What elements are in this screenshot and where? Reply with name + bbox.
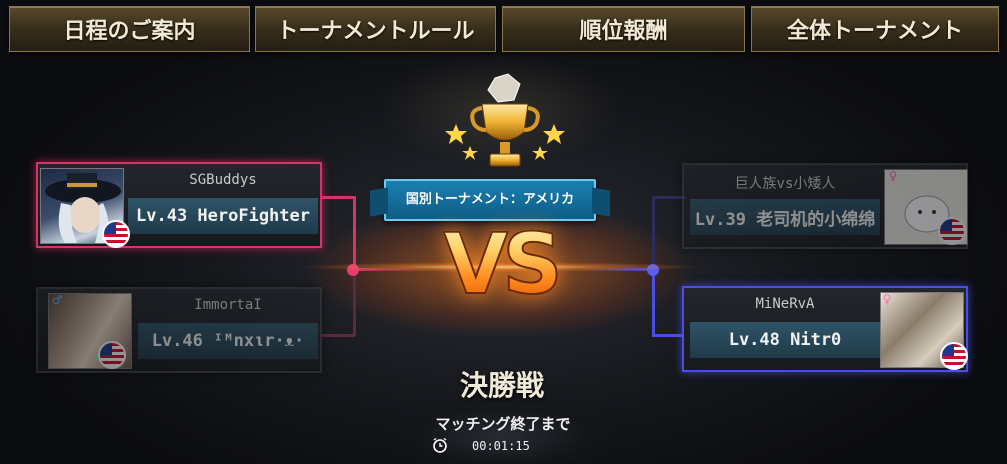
bracket-line	[652, 196, 655, 271]
trophy-icon	[445, 73, 565, 167]
player-level-nickname: Lv.48 Nitr0	[690, 322, 880, 358]
player-card-left-bottom[interactable]: ♂ ImmortaI Lv.46 ᴵᴹnxιr·ᴥ·	[36, 287, 322, 373]
vs-label: VS	[430, 214, 570, 314]
player-card-right-top[interactable]: 巨人族vs小矮人 Lv.39 老司机的小绵绵 ♀	[682, 163, 968, 249]
male-icon: ♂	[51, 293, 63, 307]
banner-title: 国別トーナメント：アメリカ	[405, 192, 575, 207]
bracket-line	[353, 270, 356, 336]
us-flag-icon	[940, 342, 968, 370]
bracket-line	[652, 334, 686, 337]
us-flag-icon	[938, 217, 966, 245]
tab-schedule[interactable]: 日程のご案内	[9, 6, 250, 52]
bracket-line	[652, 196, 686, 199]
us-flag-icon	[98, 341, 126, 369]
bracket-line	[353, 196, 356, 271]
player-name: ImmortaI	[194, 297, 262, 313]
countdown-time: 00:01:15	[472, 439, 530, 453]
player-name: 巨人族vs小矮人	[734, 176, 836, 192]
bracket-line	[321, 196, 355, 199]
player-card-left-top[interactable]: SGBuddys Lv.43 HeroFighter	[36, 162, 322, 248]
player-name: MiNeRvA	[755, 296, 815, 312]
bracket-line	[321, 334, 355, 337]
female-icon: ♀	[888, 169, 898, 183]
player-card-right-bottom[interactable]: MiNeRvA Lv.48 Nitr0 ♀	[682, 286, 968, 372]
player-level-nickname: Lv.43 HeroFighter	[128, 198, 318, 234]
female-icon: ♀	[882, 292, 892, 306]
player-name: SGBuddys	[189, 172, 257, 188]
alarm-clock-icon	[433, 437, 447, 453]
finals-title: 決勝戦	[459, 369, 544, 402]
bracket-line	[652, 270, 655, 336]
player-level-nickname: Lv.39 老司机的小绵绵	[690, 199, 880, 235]
us-flag-icon	[102, 220, 130, 248]
tab-full-tournament[interactable]: 全体トーナメント	[751, 6, 999, 52]
player-level-nickname: Lv.46 ᴵᴹnxιr·ᴥ·	[138, 323, 318, 359]
countdown-label: マッチング終了まで	[435, 415, 571, 433]
countdown-box: マッチング終了まで 00:01:15	[392, 408, 614, 464]
tournament-screen: 日程のご案内 トーナメントルール 順位報酬 全体トーナメント SGBuddys …	[0, 0, 1007, 464]
